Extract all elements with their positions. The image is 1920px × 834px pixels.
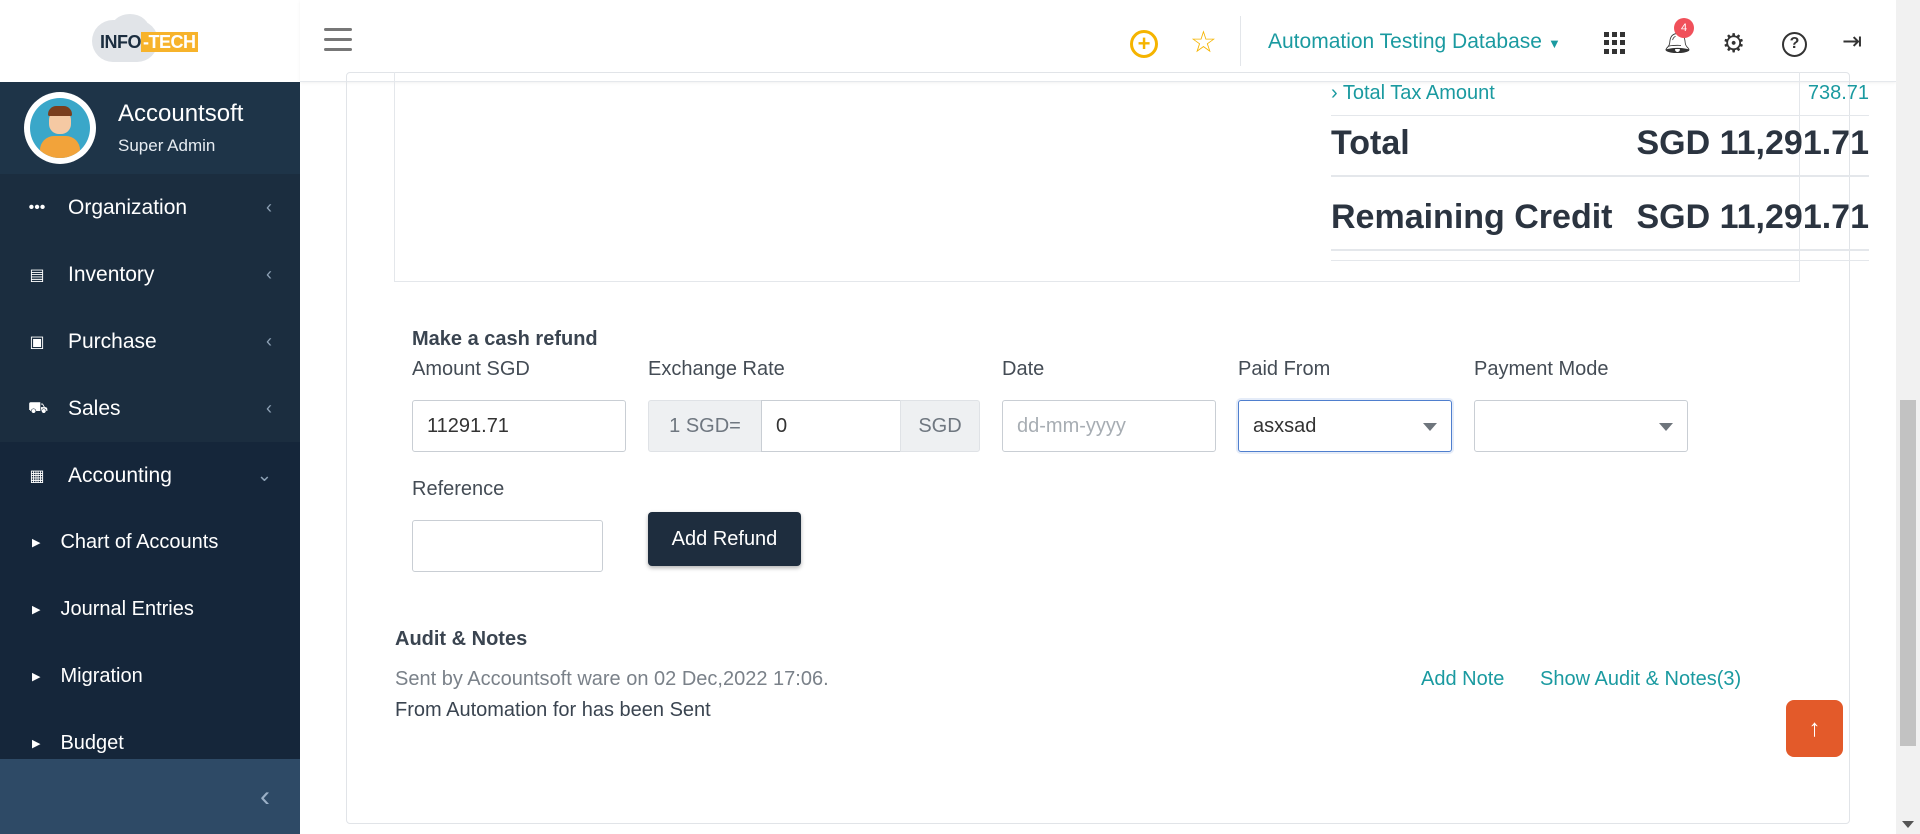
caret-down-icon — [1659, 423, 1673, 431]
sidebar-subitem-label: Migration — [60, 665, 143, 687]
exchange-suffix: SGD — [900, 400, 980, 452]
remaining-credit-row: Remaining Credit SGD 11,291.71 — [1331, 198, 1869, 251]
audit-entry-text: From Automation for has been Sent — [395, 699, 711, 721]
exchange-rate-input[interactable]: 0 — [761, 400, 901, 452]
sidebar-subitem-migration[interactable]: ▶ Migration — [0, 643, 300, 710]
sidebar-subitem-chart-of-accounts[interactable]: ▶ Chart of Accounts — [0, 509, 300, 576]
total-row: Total SGD 11,291.71 — [1331, 124, 1869, 177]
apps-grid-icon[interactable] — [1604, 32, 1626, 54]
sidebar-subitem-journal-entries[interactable]: ▶ Journal Entries — [0, 576, 300, 643]
cart-icon: ⛟ — [28, 399, 49, 417]
scrollbar-thumb[interactable] — [1900, 400, 1916, 746]
sidebar-collapse-button[interactable]: ‹ — [0, 759, 300, 834]
dots-icon: ••• — [28, 198, 46, 216]
show-audit-notes-link[interactable]: Show Audit & Notes(3) — [1540, 668, 1741, 691]
caret-right-icon: ▶ — [32, 671, 41, 683]
exchange-rate-label: Exchange Rate — [648, 358, 785, 380]
scroll-to-top-button[interactable]: ↑ — [1786, 700, 1843, 757]
calculator-icon: ▦ — [29, 467, 45, 485]
total-label: Total — [1331, 124, 1410, 162]
arrow-up-icon: ↑ — [1808, 714, 1821, 742]
add-note-link[interactable]: Add Note — [1421, 668, 1504, 691]
date-input[interactable]: dd-mm-yyyy — [1002, 400, 1216, 452]
logo-area: INFO -TECH — [0, 0, 300, 82]
page-scrollbar[interactable] — [1896, 0, 1920, 834]
sidebar-item-accounting[interactable]: ▦ Accounting ⌄ — [0, 442, 300, 509]
user-profile: Accountsoft Super Admin — [0, 82, 300, 174]
payment-mode-label: Payment Mode — [1474, 358, 1609, 380]
hamburger-menu-icon[interactable] — [324, 28, 352, 58]
profile-name: Accountsoft — [118, 100, 244, 127]
total-value: SGD 11,291.71 — [1636, 124, 1869, 162]
inventory-icon: ▤ — [29, 266, 45, 284]
total-tax-value: 738.71 — [1807, 82, 1869, 104]
remaining-credit-label: Remaining Credit — [1331, 198, 1613, 236]
exchange-prefix: 1 SGD= — [648, 400, 762, 452]
audit-entry-meta: Sent by Accountsoft ware on 02 Dec,2022 … — [395, 668, 829, 690]
sidebar-item-sales[interactable]: ⛟ Sales ‹ — [0, 375, 300, 442]
topbar: + ☆ Automation Testing Database ▼ 🔔︎ 4 ⚙ … — [300, 0, 1896, 82]
add-refund-button[interactable]: Add Refund — [648, 512, 801, 566]
caret-down-icon — [1423, 423, 1437, 431]
bag-icon: ▣ — [29, 333, 45, 351]
help-icon[interactable]: ? — [1782, 32, 1807, 57]
topbar-divider — [1240, 16, 1241, 66]
sidebar-item-inventory[interactable]: ▤ Inventory ‹ — [0, 241, 300, 308]
sidebar-item-label: Purchase — [68, 329, 157, 353]
amount-input[interactable]: 11291.71 — [412, 400, 626, 452]
database-name: Automation Testing Database — [1268, 30, 1542, 53]
total-tax-row[interactable]: › Total Tax Amount 738.71 — [1331, 82, 1869, 116]
sidebar-nav: ••• Organization ‹ ▤ Inventory ‹ ▣ Purch… — [0, 174, 300, 777]
chevron-left-icon: ‹ — [266, 197, 272, 217]
sidebar-subitem-label: Budget — [60, 732, 124, 754]
sidebar: INFO -TECH Accountsoft Super Admin ••• Or… — [0, 0, 300, 834]
caret-right-icon: ▶ — [32, 738, 41, 750]
sidebar-item-label: Accounting — [68, 463, 172, 487]
sidebar-item-purchase[interactable]: ▣ Purchase ‹ — [0, 308, 300, 375]
payment-mode-select[interactable] — [1474, 400, 1688, 452]
paid-from-value: asxsad — [1253, 414, 1317, 437]
summary-card: › Total Tax Amount 738.71 Total SGD 11,2… — [394, 72, 1869, 282]
chevron-left-icon: ‹ — [260, 779, 270, 813]
refund-title: Make a cash refund — [412, 328, 598, 350]
chevron-left-icon: ‹ — [266, 398, 272, 418]
summary-divider — [1331, 260, 1869, 261]
caret-right-icon: ▶ — [32, 537, 41, 549]
sidebar-subitem-label: Journal Entries — [60, 598, 194, 620]
company-logo[interactable]: INFO -TECH — [92, 14, 210, 64]
add-circle-icon[interactable]: + — [1130, 30, 1158, 58]
reference-input[interactable] — [412, 520, 603, 572]
gear-icon[interactable]: ⚙ — [1722, 30, 1745, 56]
caret-down-icon: ▼ — [1547, 36, 1561, 51]
sidebar-subitem-label: Chart of Accounts — [60, 531, 219, 553]
notification-badge: 4 — [1674, 18, 1694, 38]
caret-right-icon: ▶ — [32, 604, 41, 616]
sidebar-item-organization[interactable]: ••• Organization ‹ — [0, 174, 300, 241]
scroll-down-arrow-icon[interactable] — [1902, 821, 1914, 828]
database-selector[interactable]: Automation Testing Database ▼ — [1268, 30, 1561, 54]
date-label: Date — [1002, 358, 1045, 380]
star-icon[interactable]: ☆ — [1190, 28, 1217, 58]
amount-label: Amount SGD — [412, 358, 530, 380]
chevron-left-icon: ‹ — [266, 331, 272, 351]
paid-from-label: Paid From — [1238, 358, 1331, 380]
total-tax-label: › Total Tax Amount — [1331, 82, 1495, 104]
chevron-down-icon: ⌄ — [256, 465, 272, 485]
audit-title: Audit & Notes — [395, 628, 528, 650]
remaining-credit-value: SGD 11,291.71 — [1636, 198, 1869, 236]
chevron-left-icon: ‹ — [266, 264, 272, 284]
sidebar-item-label: Sales — [68, 396, 121, 420]
sidebar-item-label: Inventory — [68, 262, 155, 286]
paid-from-select[interactable]: asxsad — [1238, 400, 1452, 452]
reference-label: Reference — [412, 478, 505, 500]
profile-role: Super Admin — [118, 136, 216, 155]
avatar[interactable] — [24, 92, 96, 164]
sidebar-item-label: Organization — [68, 195, 188, 219]
logout-icon[interactable]: ⇥ — [1842, 30, 1862, 54]
main-content: › Total Tax Amount 738.71 Total SGD 11,2… — [300, 72, 1896, 834]
